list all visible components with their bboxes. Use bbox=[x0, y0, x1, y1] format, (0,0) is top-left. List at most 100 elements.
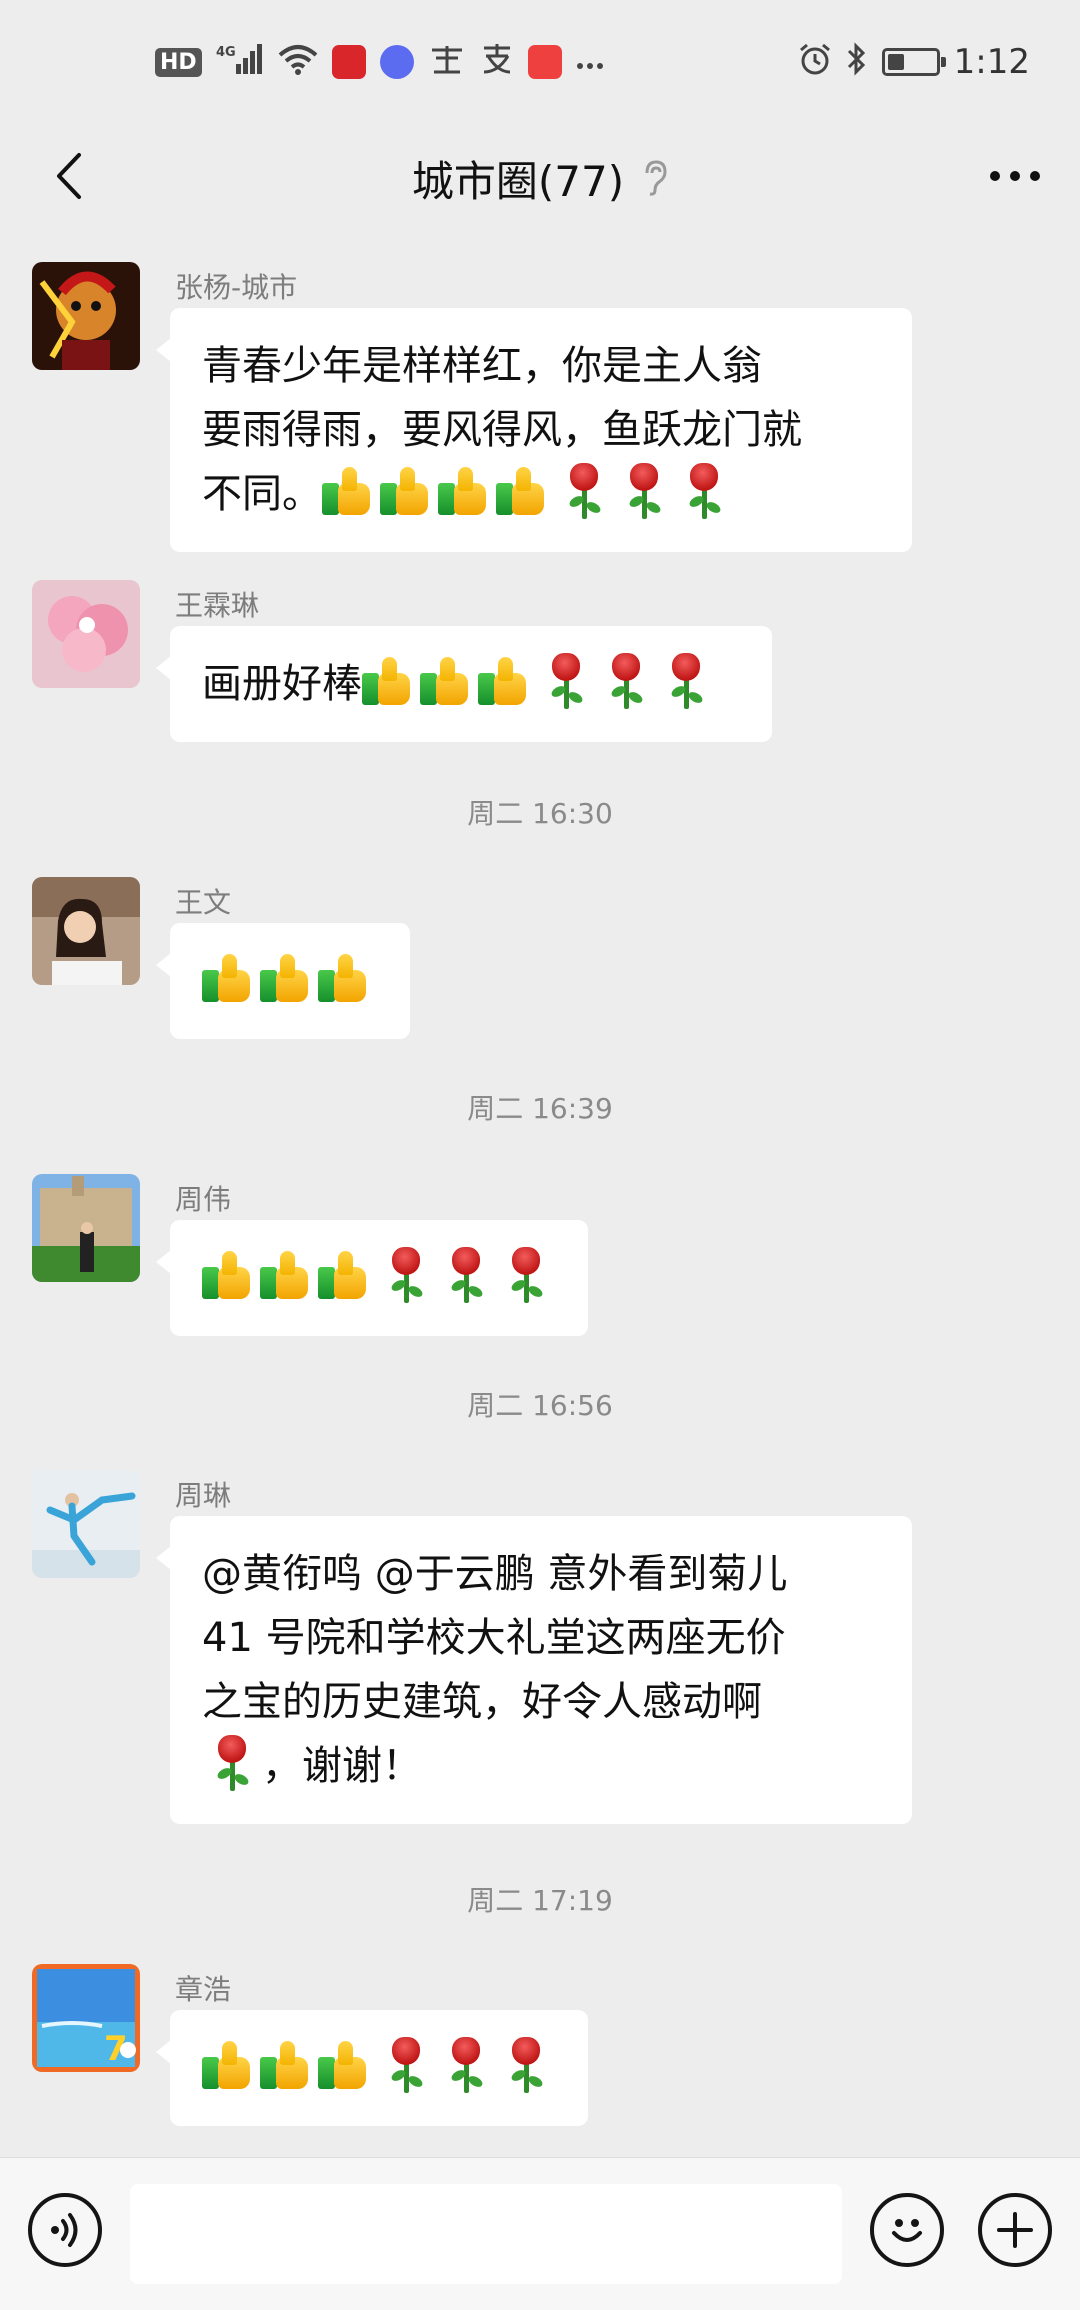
emoji-group bbox=[202, 1735, 262, 1791]
sender-name: 王霖琳 bbox=[175, 589, 260, 622]
wifi-icon bbox=[278, 43, 318, 81]
huawei-icon bbox=[527, 45, 562, 79]
rose-icon bbox=[506, 2037, 546, 2095]
more-button[interactable] bbox=[980, 146, 1050, 206]
bluetooth-icon bbox=[846, 42, 868, 82]
input-bar bbox=[0, 2157, 1080, 2310]
emoji-button[interactable] bbox=[870, 2193, 944, 2267]
sender-name: 王文 bbox=[175, 886, 232, 919]
thumbs-up-icon bbox=[318, 2039, 368, 2091]
rose-icon bbox=[684, 463, 724, 521]
alipay-icon bbox=[480, 42, 514, 82]
avatar[interactable]: 7 bbox=[32, 1964, 140, 2072]
chevron-left-icon bbox=[57, 153, 81, 199]
group-name: 城市圈(77) bbox=[411, 156, 625, 206]
clock: 1:12 bbox=[953, 42, 1030, 82]
status-left: HD 4G bbox=[155, 42, 604, 82]
music-icon bbox=[379, 45, 414, 79]
message-line: 不同。 bbox=[202, 462, 880, 526]
timestamp: 周二 17:19 bbox=[467, 1884, 613, 1917]
avatar-zhouwei bbox=[32, 1174, 140, 1282]
avatar-wanglinlin bbox=[32, 580, 140, 688]
message-bubble[interactable] bbox=[156, 923, 410, 1039]
thumbs-up-icon bbox=[260, 1249, 310, 1301]
avatar[interactable] bbox=[32, 1470, 140, 1578]
thumbs-up-icon bbox=[202, 2039, 252, 2091]
thumbs-up-icon bbox=[438, 465, 488, 517]
rose-icon bbox=[446, 2037, 486, 2095]
hd-badge: HD bbox=[155, 47, 202, 77]
more-dots-icon bbox=[990, 171, 1040, 181]
plus-icon bbox=[997, 2212, 1033, 2248]
network-label: 4G bbox=[216, 45, 236, 60]
emoji-group bbox=[362, 653, 716, 709]
thumbs-up-icon bbox=[478, 655, 528, 707]
emoji-group bbox=[202, 2037, 556, 2093]
message-line bbox=[202, 949, 378, 1013]
message-line: 要雨得雨，要风得风，鱼跃龙门就 bbox=[202, 407, 802, 453]
thumbs-up-icon bbox=[202, 1249, 252, 1301]
sender-name: 周琳 bbox=[175, 1479, 232, 1512]
message-line: 画册好棒 bbox=[202, 652, 740, 716]
app-red-icon bbox=[331, 45, 366, 79]
rose-icon bbox=[546, 653, 586, 711]
message-line bbox=[202, 2036, 556, 2100]
message-line: @黄衔鸣 @于云鹏 意外看到菊儿 bbox=[202, 1551, 788, 1597]
thumbs-up-icon bbox=[322, 465, 372, 517]
avatar[interactable] bbox=[32, 877, 140, 985]
emoji-icon bbox=[892, 2219, 922, 2242]
avatar-zhanghao: 7 bbox=[32, 1964, 140, 2072]
status-bar: HD 4G 1:12 bbox=[0, 0, 1080, 124]
thumbs-up-icon bbox=[260, 952, 310, 1004]
thumbs-up-icon bbox=[380, 465, 430, 517]
message-line bbox=[202, 1246, 556, 1310]
timestamp: 周二 16:56 bbox=[467, 1389, 613, 1422]
message-line: 41 号院和学校大礼堂这两座无价 bbox=[202, 1615, 786, 1661]
message-line: ，谢谢！ bbox=[202, 1734, 880, 1798]
ear-icon bbox=[645, 160, 667, 196]
message-bubble[interactable]: 画册好棒 bbox=[156, 626, 772, 742]
message-text: ，谢谢！ bbox=[262, 1743, 422, 1789]
voice-icon bbox=[51, 2213, 78, 2247]
signal-icon: 4G bbox=[216, 42, 264, 82]
plus-button[interactable] bbox=[978, 2193, 1052, 2267]
avatar[interactable] bbox=[32, 262, 140, 370]
thumbs-up-icon bbox=[420, 655, 470, 707]
thumbs-up-icon bbox=[260, 2039, 310, 2091]
back-button[interactable] bbox=[38, 146, 98, 206]
avatar[interactable] bbox=[32, 580, 140, 688]
avatar-wangwen bbox=[32, 877, 140, 985]
thumbs-up-icon bbox=[318, 1249, 368, 1301]
emoji-group bbox=[202, 1247, 556, 1303]
message-input[interactable] bbox=[130, 2184, 842, 2284]
battery-fill bbox=[887, 54, 904, 70]
message-bubble[interactable]: @黄衔鸣 @于云鹏 意外看到菊儿 41 号院和学校大礼堂这两座无价 之宝的历史建… bbox=[156, 1516, 912, 1824]
timestamp: 周二 16:39 bbox=[467, 1092, 613, 1125]
message-text: 画册好棒 bbox=[202, 661, 362, 707]
battery-icon bbox=[881, 48, 946, 76]
alarm-icon bbox=[798, 42, 832, 82]
rose-icon bbox=[564, 463, 604, 521]
message-list[interactable]: 张杨-城市 青春少年是样样红，你是主人翁 要雨得雨，要风得风，鱼跃龙门就 不同。… bbox=[0, 232, 1080, 2157]
rose-icon bbox=[624, 463, 664, 521]
message-bubble[interactable] bbox=[156, 2010, 588, 2126]
message-line: 青春少年是样样红，你是主人翁 bbox=[202, 343, 762, 389]
sender-name: 章浩 bbox=[175, 1973, 232, 2006]
thumbs-up-icon bbox=[496, 465, 546, 517]
rose-icon bbox=[666, 653, 706, 711]
thumbs-up-icon bbox=[362, 655, 412, 707]
rose-icon bbox=[446, 1247, 486, 1305]
thumbs-up-icon bbox=[202, 952, 252, 1004]
rose-icon bbox=[606, 653, 646, 711]
rose-icon bbox=[386, 1247, 426, 1305]
message-bubble[interactable] bbox=[156, 1220, 588, 1336]
emoji-group bbox=[322, 463, 734, 519]
study-app-icon bbox=[428, 42, 466, 82]
message-bubble[interactable]: 青春少年是样样红，你是主人翁 要雨得雨，要风得风，鱼跃龙门就 不同。 bbox=[156, 308, 912, 552]
sender-name: 周伟 bbox=[175, 1183, 232, 1216]
rose-icon bbox=[506, 1247, 546, 1305]
avatar[interactable] bbox=[32, 1174, 140, 1282]
avatar-zhoulin bbox=[32, 1470, 140, 1578]
rose-icon bbox=[212, 1735, 252, 1793]
voice-button[interactable] bbox=[28, 2193, 102, 2267]
